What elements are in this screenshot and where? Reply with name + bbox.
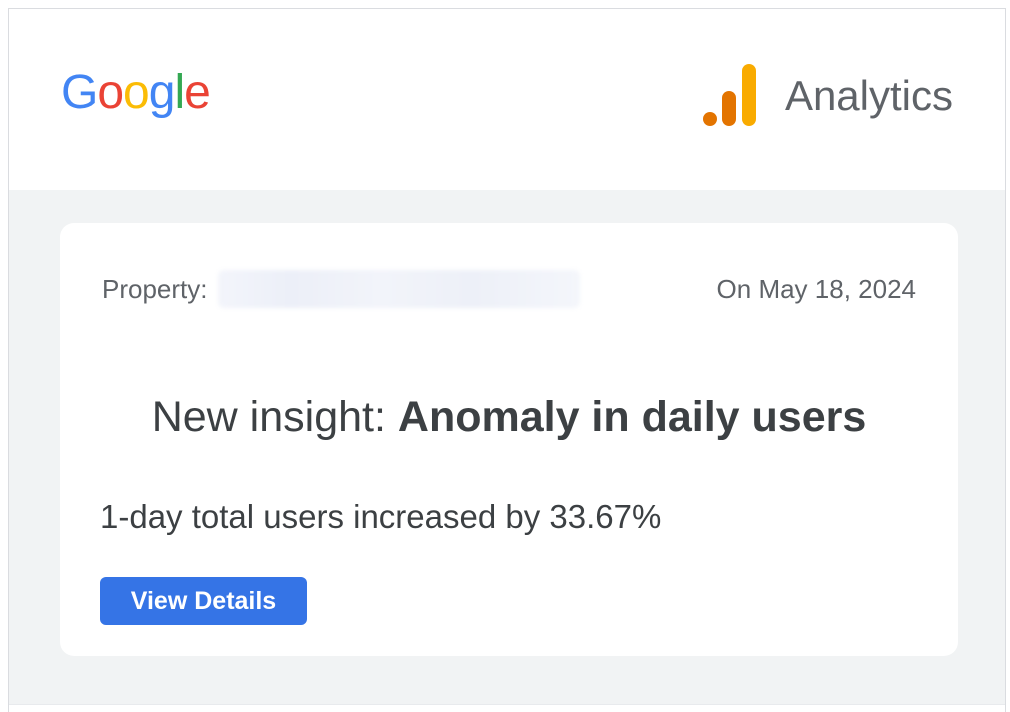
headline-prefix: New insight:: [151, 393, 398, 441]
headline-bold: Anomaly in daily users: [397, 393, 867, 441]
analytics-bars-icon: [702, 64, 756, 126]
google-logo-letter: e: [184, 66, 211, 119]
insight-card: Property: On May 18, 2024 New insight: A…: [60, 223, 958, 656]
google-logo-letter: o: [97, 66, 124, 119]
email-container: Google Analytics Property: On May 18, 20…: [8, 8, 1006, 712]
property-row: Property:: [102, 270, 580, 308]
email-footer-strip: [9, 704, 1005, 712]
google-logo-letter: o: [123, 66, 150, 119]
analytics-wordmark: Analytics: [784, 72, 953, 119]
property-label: Property:: [102, 273, 208, 304]
email-header: Google Analytics: [9, 9, 1005, 190]
google-logo-letter: l: [174, 66, 185, 119]
view-details-button[interactable]: View Details: [100, 577, 307, 625]
insight-date: On May 18, 2024: [716, 274, 916, 304]
google-logo-letter: g: [148, 66, 176, 119]
property-value-redacted: [217, 270, 580, 308]
google-logo: Google: [61, 63, 211, 123]
google-logo-letter: G: [61, 66, 98, 119]
analytics-logo: Analytics: [701, 61, 953, 131]
insight-headline: New insight: Anomaly in daily users: [60, 389, 958, 445]
insight-summary: 1-day total users increased by 33.67%: [100, 498, 662, 535]
